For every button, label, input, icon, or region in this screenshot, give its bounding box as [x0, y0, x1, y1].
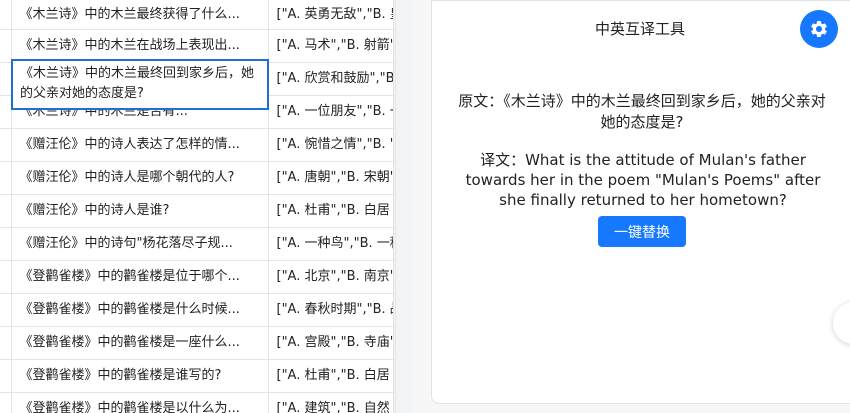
question-cell[interactable]: 《木兰诗》中的木兰最终获得了什么...: [11, 0, 269, 30]
table-row[interactable]: 《登鹳雀楼》中的鹳雀楼是一座什么... ["A. 宫殿","B. 寺庙": [0, 326, 412, 360]
options-cell[interactable]: ["A. 宫殿","B. 寺庙": [268, 326, 394, 360]
replace-button[interactable]: 一键替换: [598, 216, 686, 247]
spreadsheet: 《木兰诗》中的木兰最终获得了什么... ["A. 英勇无敌","B. 皇《木兰诗》…: [0, 0, 412, 413]
row-gutter-cell[interactable]: [0, 227, 12, 261]
options-cell[interactable]: ["A. 建筑","B. 自然: [268, 392, 394, 413]
row-gutter-cell[interactable]: [0, 128, 12, 162]
active-cell-editor[interactable]: 《木兰诗》中的木兰最终回到家乡后，她的父亲对她的态度是?: [11, 59, 269, 110]
row-gutter-cell[interactable]: [0, 62, 12, 96]
source-text: 原文：《木兰诗》中的木兰最终回到家乡后，她的父亲对她的态度是?: [458, 92, 826, 131]
table-row[interactable]: 《登鹳雀楼》中的鹳雀楼是什么时候... ["A. 春秋时期","B. 战: [0, 293, 412, 327]
question-cell[interactable]: 《赠汪伦》中的诗人是谁?: [11, 194, 269, 228]
question-cell[interactable]: 《登鹳雀楼》中的鹳雀楼是以什么为...: [11, 392, 269, 413]
options-cell[interactable]: ["A. 杜甫","B. 白居: [268, 359, 394, 393]
table-row[interactable]: 《赠汪伦》中的诗人是谁? ["A. 杜甫","B. 白居: [0, 194, 412, 228]
table-row[interactable]: 《赠汪伦》中的诗人是哪个朝代的人? ["A. 唐朝","B. 宋朝": [0, 161, 412, 195]
options-cell[interactable]: ["A. 马术","B. 射箭": [268, 29, 394, 63]
row-gutter-cell[interactable]: [0, 359, 12, 393]
question-cell[interactable]: 《赠汪伦》中的诗人表达了怎样的情...: [11, 128, 269, 162]
options-cell[interactable]: ["A. 一位朋友","B. 一: [268, 95, 394, 129]
question-cell[interactable]: 《赠汪伦》中的诗句"杨花落尽子规...: [11, 227, 269, 261]
row-gutter-cell[interactable]: [0, 0, 12, 30]
question-cell[interactable]: 《登鹳雀楼》中的鹳雀楼是什么时候...: [11, 293, 269, 327]
table-row[interactable]: 《登鹳雀楼》中的鹳雀楼是谁写的? ["A. 杜甫","B. 白居: [0, 359, 412, 393]
question-cell[interactable]: 《登鹳雀楼》中的鹳雀楼是谁写的?: [11, 359, 269, 393]
table-row[interactable]: 《木兰诗》中的木兰最终获得了什么... ["A. 英勇无敌","B. 皇: [0, 0, 412, 30]
sheet-scrollbar[interactable]: [395, 0, 412, 413]
row-gutter-cell[interactable]: [0, 260, 12, 294]
row-gutter-cell[interactable]: [0, 95, 12, 129]
row-gutter-cell[interactable]: [0, 326, 12, 360]
gear-icon: [811, 20, 827, 37]
panel-title: 中英互译工具: [594, 20, 685, 38]
options-cell[interactable]: ["A. 英勇无敌","B. 皇: [268, 0, 394, 30]
table-row[interactable]: 《登鹳雀楼》中的鹳雀楼是位于哪个... ["A. 北京","B. 南京": [0, 260, 412, 294]
options-cell[interactable]: ["A. 惋惜之情","B. ': [268, 128, 394, 162]
question-cell[interactable]: 《木兰诗》中的木兰在战场上表现出...: [11, 29, 269, 63]
translation-panel: 中英互译工具 原文：《木兰诗》中的木兰最终回到家乡后，她的父亲对她的态度是? 译…: [431, 0, 850, 404]
row-gutter-cell[interactable]: [0, 293, 12, 327]
question-cell[interactable]: 《登鹳雀楼》中的鹳雀楼是一座什么...: [11, 326, 269, 360]
settings-button[interactable]: [800, 10, 838, 48]
row-gutter-cell[interactable]: [0, 392, 12, 413]
table-row[interactable]: 《赠汪伦》中的诗人表达了怎样的情... ["A. 惋惜之情","B. ': [0, 128, 412, 162]
options-cell[interactable]: ["A. 唐朝","B. 宋朝": [268, 161, 394, 195]
options-cell[interactable]: ["A. 北京","B. 南京": [268, 260, 394, 294]
options-cell[interactable]: ["A. 杜甫","B. 白居: [268, 194, 394, 228]
table-row[interactable]: 《木兰诗》中的木兰在战场上表现出... ["A. 马术","B. 射箭": [0, 29, 412, 63]
question-cell[interactable]: 《登鹳雀楼》中的鹳雀楼是位于哪个...: [11, 260, 269, 294]
row-gutter-cell[interactable]: [0, 194, 12, 228]
table-row[interactable]: 《登鹳雀楼》中的鹳雀楼是以什么为... ["A. 建筑","B. 自然: [0, 392, 412, 413]
question-cell[interactable]: 《赠汪伦》中的诗人是哪个朝代的人?: [11, 161, 269, 195]
row-gutter-cell[interactable]: [0, 161, 12, 195]
table-row[interactable]: 《赠汪伦》中的诗句"杨花落尽子规... ["A. 一种鸟","B. 一种: [0, 227, 412, 261]
options-cell[interactable]: ["A. 春秋时期","B. 战: [268, 293, 394, 327]
options-cell[interactable]: ["A. 一种鸟","B. 一种: [268, 227, 394, 261]
translated-text: 译文：What is the attitude of Mulan's fathe…: [465, 151, 821, 209]
row-gutter-cell[interactable]: [0, 29, 12, 63]
options-cell[interactable]: ["A. 欣赏和鼓励","B: [268, 62, 394, 96]
